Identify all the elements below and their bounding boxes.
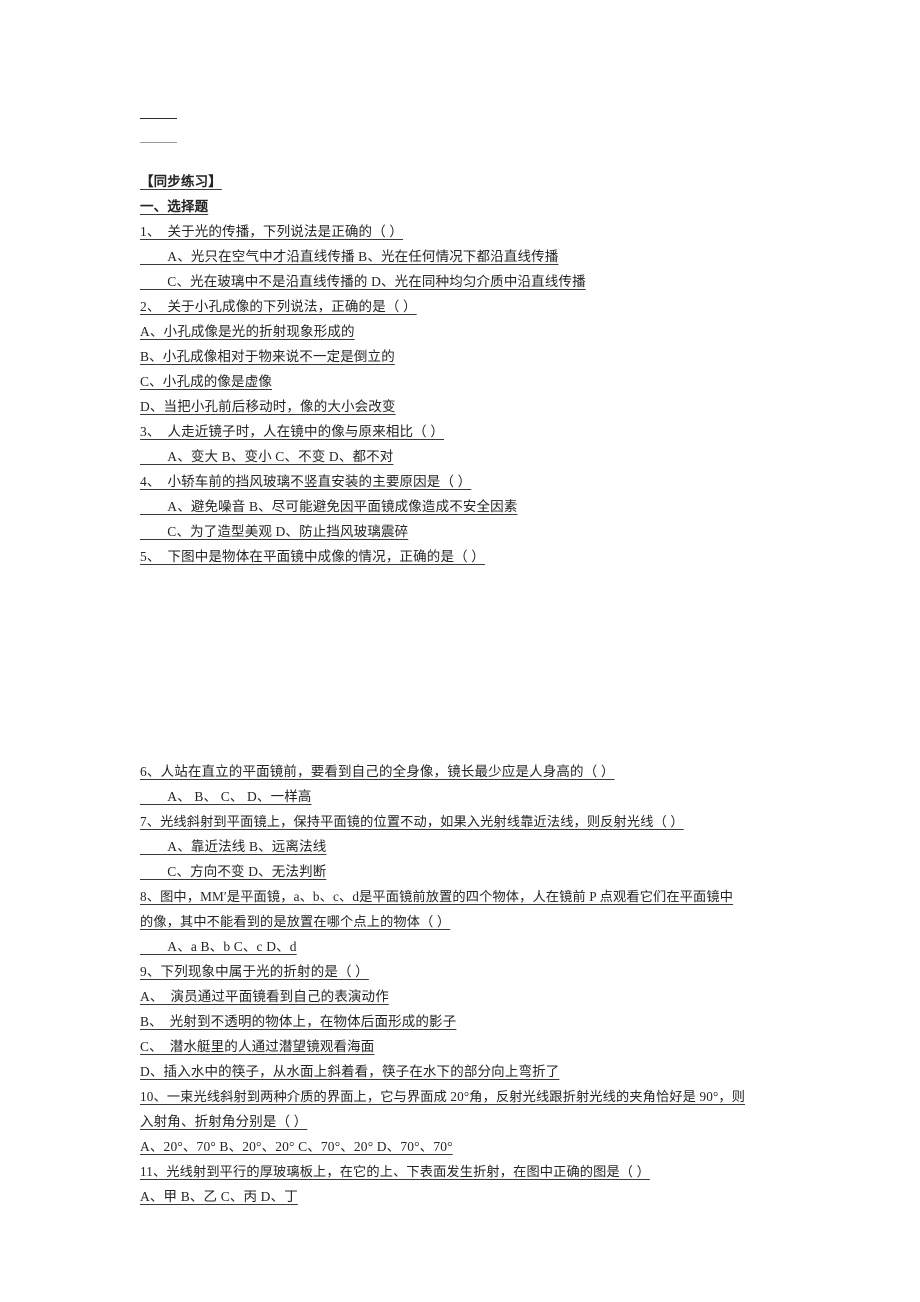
question-option-10-a: A、20°、70° B、20°、20° C、70°、20° D、70°、70° <box>140 1134 800 1159</box>
question-stem-3: 3、 人走近镜子时，人在镜中的像与原来相比（ ） <box>140 419 800 444</box>
question-option-4-c: C、为了造型美观 D、防止挡风玻璃震碎 <box>140 519 800 544</box>
option-text: C、光在玻璃中不是沿直线传播的 D、光在同种均匀介质中沿直线传播 <box>140 274 586 289</box>
option-text: A、 B、 C、 D、一样高 <box>140 789 312 804</box>
option-text: D、当把小孔前后移动时，像的大小会改变 <box>140 399 396 414</box>
question-stem-text: 的像，其中不能看到的是放置在哪个点上的物体（ ） <box>140 914 451 929</box>
question-option-3-a: A、变大 B、变小 C、不变 D、都不对 <box>140 444 800 469</box>
exercise-heading-text: 【同步练习】 <box>140 174 222 189</box>
question-stem-7: 7、光线斜射到平面镜上，保持平面镜的位置不动，如果入光射线靠近法线，则反射光线（… <box>140 809 800 834</box>
rule-spacer <box>140 119 800 142</box>
question-stem-text: 8、图中，MM′是平面镜，a、b、c、d是平面镜前放置的四个物体，人在镜前 P … <box>140 889 734 904</box>
section-title: 一、选择题 <box>140 194 800 219</box>
question-option-9-c: C、 潜水艇里的人通过潜望镜观看海面 <box>140 1034 800 1059</box>
exercise-heading: 【同步练习】 <box>140 169 800 194</box>
question-option-1-c: C、光在玻璃中不是沿直线传播的 D、光在同种均匀介质中沿直线传播 <box>140 269 800 294</box>
option-text: C、 潜水艇里的人通过潜望镜观看海面 <box>140 1039 375 1054</box>
question-option-9-b: B、 光射到不透明的物体上，在物体后面形成的影子 <box>140 1009 800 1034</box>
question-option-6-a: A、 B、 C、 D、一样高 <box>140 784 800 809</box>
question-stem-text: 入射角、折射角分别是（ ） <box>140 1114 308 1129</box>
question-stem-text: 4、 小轿车前的挡风玻璃不竖直安装的主要原因是（ ） <box>140 474 472 489</box>
question-stem-text: 9、下列现象中属于光的折射的是（ ） <box>140 964 369 979</box>
question-stem-6: 6、人站在直立的平面镜前，要看到自己的全身像，镜长最少应是人身高的（ ） <box>140 759 800 784</box>
question-option-2-d: D、当把小孔前后移动时，像的大小会改变 <box>140 394 800 419</box>
question-stem-10: 10、一束光线斜射到两种介质的界面上，它与界面成 20°角，反射光线跟折射光线的… <box>140 1084 800 1109</box>
option-text: B、小孔成像相对于物来说不一定是倒立的 <box>140 349 395 364</box>
question-stem-5: 5、 下图中是物体在平面镜中成像的情况，正确的是（ ） <box>140 544 800 569</box>
question-stem-9: 9、下列现象中属于光的折射的是（ ） <box>140 959 800 984</box>
question-stem-10-continued: 入射角、折射角分别是（ ） <box>140 1109 800 1134</box>
question-stem-text: 11、光线射到平行的厚玻璃板上，在它的上、下表面发生折射，在图中正确的图是（ ） <box>140 1164 650 1179</box>
option-text: A、靠近法线 B、远离法线 <box>140 839 327 854</box>
question-stem-text: 10、一束光线斜射到两种介质的界面上，它与界面成 20°角，反射光线跟折射光线的… <box>140 1089 746 1104</box>
option-text: C、小孔成的像是虚像 <box>140 374 273 389</box>
question-stem-1: 1、 关于光的传播，下列说法是正确的（ ） <box>140 219 800 244</box>
option-text: A、光只在空气中才沿直线传播 B、光在任何情况下都沿直线传播 <box>140 249 559 264</box>
question-option-2-b: B、小孔成像相对于物来说不一定是倒立的 <box>140 344 800 369</box>
option-text: A、避免噪音 B、尽可能避免因平面镜成像造成不安全因素 <box>140 499 518 514</box>
option-text: A、a B、b C、c D、d <box>140 939 297 954</box>
question-stem-text: 3、 人走近镜子时，人在镜中的像与原来相比（ ） <box>140 424 444 439</box>
figure-placeholder-question-5 <box>140 569 800 759</box>
question-stem-8: 8、图中，MM′是平面镜，a、b、c、d是平面镜前放置的四个物体，人在镜前 P … <box>140 884 800 909</box>
document-body: 【同步练习】 一、选择题 1、 关于光的传播，下列说法是正确的（ ） A、光只在… <box>140 118 800 1209</box>
option-text: A、小孔成像是光的折射现象形成的 <box>140 324 355 339</box>
section-title-text: 一、选择题 <box>140 199 209 214</box>
option-text: A、20°、70° B、20°、20° C、70°、20° D、70°、70° <box>140 1139 453 1154</box>
document-page: 【同步练习】 一、选择题 1、 关于光的传播，下列说法是正确的（ ） A、光只在… <box>0 0 920 1302</box>
question-stem-8-continued: 的像，其中不能看到的是放置在哪个点上的物体（ ） <box>140 909 800 934</box>
question-option-1-a: A、光只在空气中才沿直线传播 B、光在任何情况下都沿直线传播 <box>140 244 800 269</box>
option-text: B、 光射到不透明的物体上，在物体后面形成的影子 <box>140 1014 457 1029</box>
option-text: A、变大 B、变小 C、不变 D、都不对 <box>140 449 394 464</box>
question-stem-text: 1、 关于光的传播，下列说法是正确的（ ） <box>140 224 404 239</box>
question-option-4-a: A、避免噪音 B、尽可能避免因平面镜成像造成不安全因素 <box>140 494 800 519</box>
heading-spacer <box>140 143 800 169</box>
question-stem-2: 2、 关于小孔成像的下列说法，正确的是（ ） <box>140 294 800 319</box>
option-text: A、甲 B、乙 C、丙 D、丁 <box>140 1189 298 1204</box>
question-option-2-c: C、小孔成的像是虚像 <box>140 369 800 394</box>
question-option-9-a: A、 演员通过平面镜看到自己的表演动作 <box>140 984 800 1009</box>
question-option-7-a: A、靠近法线 B、远离法线 <box>140 834 800 859</box>
option-text: A、 演员通过平面镜看到自己的表演动作 <box>140 989 389 1004</box>
question-option-2-a: A、小孔成像是光的折射现象形成的 <box>140 319 800 344</box>
question-stem-11: 11、光线射到平行的厚玻璃板上，在它的上、下表面发生折射，在图中正确的图是（ ） <box>140 1159 800 1184</box>
question-stem-text: 7、光线斜射到平面镜上，保持平面镜的位置不动，如果入光射线靠近法线，则反射光线（… <box>140 814 684 829</box>
question-stem-text: 2、 关于小孔成像的下列说法，正确的是（ ） <box>140 299 417 314</box>
question-option-9-d: D、插入水中的筷子，从水面上斜着看，筷子在水下的部分向上弯折了 <box>140 1059 800 1084</box>
option-text: D、插入水中的筷子，从水面上斜着看，筷子在水下的部分向上弯折了 <box>140 1064 560 1079</box>
question-stem-text: 5、 下图中是物体在平面镜中成像的情况，正确的是（ ） <box>140 549 485 564</box>
question-stem-text: 6、人站在直立的平面镜前，要看到自己的全身像，镜长最少应是人身高的（ ） <box>140 764 615 779</box>
question-option-7-c: C、方向不变 D、无法判断 <box>140 859 800 884</box>
question-stem-4: 4、 小轿车前的挡风玻璃不竖直安装的主要原因是（ ） <box>140 469 800 494</box>
question-option-11-a: A、甲 B、乙 C、丙 D、丁 <box>140 1184 800 1209</box>
option-text: C、为了造型美观 D、防止挡风玻璃震碎 <box>140 524 409 539</box>
option-text: C、方向不变 D、无法判断 <box>140 864 327 879</box>
question-option-8-a: A、a B、b C、c D、d <box>140 934 800 959</box>
